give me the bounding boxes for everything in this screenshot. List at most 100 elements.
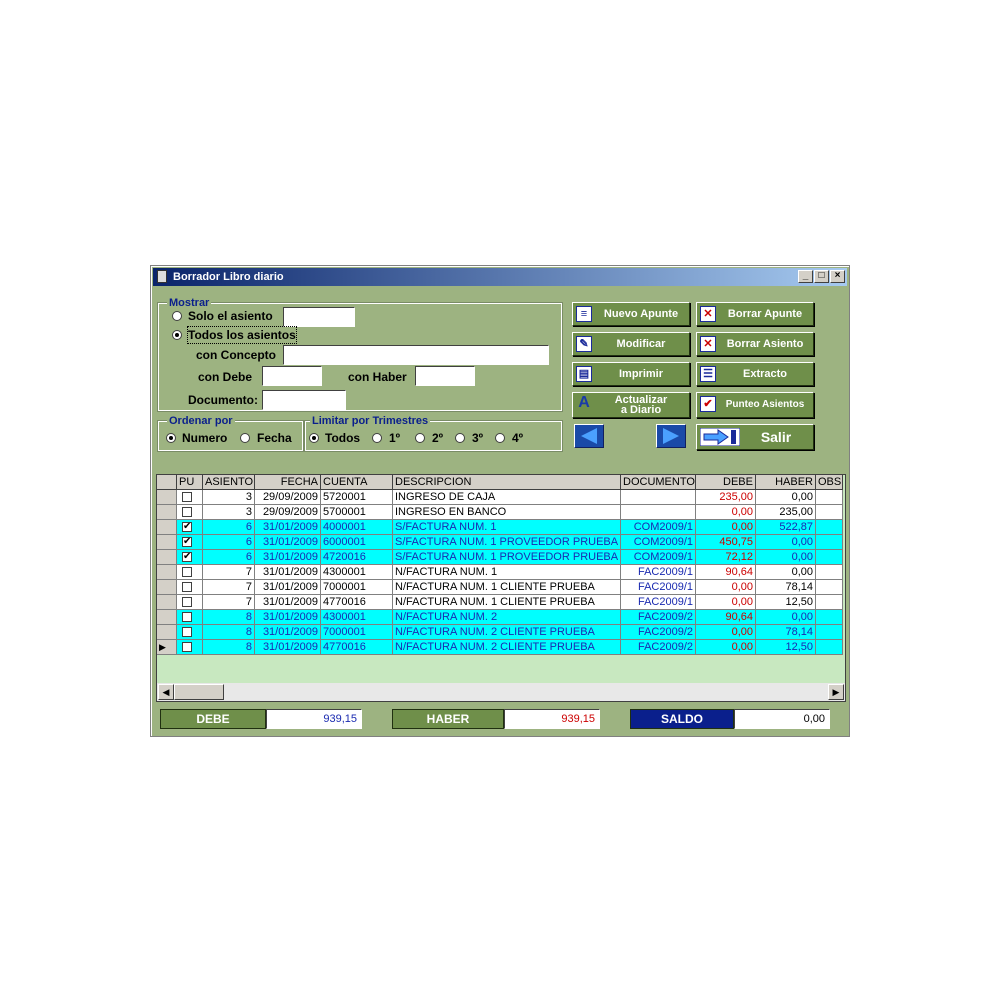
column-header-asiento[interactable]: ASIENTO (203, 475, 255, 490)
table-row[interactable]: ✔ 6 31/01/2009 6000001 S/FACTURA NUM. 1 PROV… (157, 535, 845, 550)
trimestre-todos-radio[interactable] (309, 433, 319, 443)
cell-pu[interactable] (177, 565, 203, 580)
cell-pu[interactable]: ✔ (177, 520, 203, 535)
pu-checkbox[interactable] (182, 582, 192, 592)
close-button[interactable]: × (830, 270, 845, 283)
documento-input[interactable] (262, 390, 346, 410)
borrar-apunte-label: Borrar Apunte (727, 308, 803, 320)
trimestre-1-radio[interactable] (372, 433, 382, 443)
column-header-cuenta[interactable]: CUENTA (321, 475, 393, 490)
con-haber-input[interactable] (415, 366, 475, 386)
checkmark-icon: ✔ (700, 396, 716, 412)
cell-pu[interactable] (177, 610, 203, 625)
punteo-asientos-button[interactable]: ✔ Punteo Asientos (696, 392, 814, 418)
row-indicator[interactable] (157, 535, 177, 550)
pu-checkbox[interactable] (182, 597, 192, 607)
cell-pu[interactable] (177, 490, 203, 505)
table-row[interactable]: 8 31/01/2009 4300001 N/FACTURA NUM. 2 FAC200… (157, 610, 845, 625)
cell-pu[interactable] (177, 640, 203, 655)
pu-checkbox[interactable] (182, 507, 192, 517)
con-debe-input[interactable] (262, 366, 322, 386)
cell-pu[interactable]: ✔ (177, 550, 203, 565)
saldo-total-value: 0,00 (734, 709, 830, 729)
column-header-documento[interactable]: DOCUMENTO (621, 475, 696, 490)
todos-asientos-radio[interactable] (172, 330, 182, 340)
row-indicator[interactable]: ▶ (157, 640, 177, 655)
trimestre-2-radio[interactable] (415, 433, 425, 443)
next-button[interactable] (656, 424, 686, 448)
actualizar-diario-button[interactable]: A Actualizar a Diario (572, 392, 690, 418)
extracto-button[interactable]: ☰ Extracto (696, 362, 814, 386)
table-row[interactable]: ▶ 8 31/01/2009 4770016 N/FACTURA NUM. 2 CLIE… (157, 640, 845, 655)
scroll-right-icon[interactable]: ▶ (828, 684, 844, 700)
scroll-left-icon[interactable]: ◀ (158, 684, 174, 700)
trimestre-3-radio[interactable] (455, 433, 465, 443)
previous-button[interactable] (574, 424, 604, 448)
row-indicator[interactable] (157, 580, 177, 595)
solo-asiento-radio[interactable] (172, 311, 182, 321)
pu-checkbox[interactable] (182, 642, 192, 652)
row-indicator[interactable] (157, 610, 177, 625)
cell-asiento: 3 (203, 505, 255, 520)
cell-pu[interactable] (177, 595, 203, 610)
table-row[interactable]: 7 31/01/2009 4770016 N/FACTURA NUM. 1 CLIEN… (157, 595, 845, 610)
cell-descripcion: INGRESO DE CAJA (393, 490, 621, 505)
row-indicator[interactable] (157, 490, 177, 505)
scroll-thumb[interactable] (174, 684, 224, 700)
imprimir-button[interactable]: ▤ Imprimir (572, 362, 690, 386)
pu-checkbox[interactable]: ✔ (182, 537, 192, 547)
cell-obs (816, 535, 843, 550)
pu-checkbox[interactable] (182, 627, 192, 637)
column-header-haber[interactable]: HABER (756, 475, 816, 490)
row-indicator[interactable] (157, 625, 177, 640)
column-header-debe[interactable]: DEBE (696, 475, 756, 490)
table-row[interactable]: 3 29/09/2009 5720001 INGRESO DE CAJA 235,00 0… (157, 490, 845, 505)
table-row[interactable]: 3 29/09/2009 5700001 INGRESO EN BANCO 0,00 23… (157, 505, 845, 520)
table-row[interactable]: ✔ 6 31/01/2009 4720016 S/FACTURA NUM. 1 PROV… (157, 550, 845, 565)
row-indicator[interactable] (157, 505, 177, 520)
pu-checkbox[interactable]: ✔ (182, 552, 192, 562)
minimize-button[interactable]: _ (798, 270, 813, 283)
cell-pu[interactable] (177, 580, 203, 595)
salir-button[interactable]: Salir (696, 424, 814, 450)
borrar-apunte-button[interactable]: ✕ Borrar Apunte (696, 302, 814, 326)
cell-descripcion: S/FACTURA NUM. 1 PROVEEDOR PRUEBA (393, 535, 621, 550)
row-indicator[interactable] (157, 550, 177, 565)
horizontal-scrollbar[interactable]: ◀ ▶ (157, 683, 845, 701)
column-header-fecha[interactable]: FECHA (255, 475, 321, 490)
cell-pu[interactable] (177, 625, 203, 640)
pu-checkbox[interactable]: ✔ (182, 522, 192, 532)
column-header-obs[interactable]: OBS (816, 475, 843, 490)
cell-haber: 78,14 (756, 625, 816, 640)
pu-checkbox[interactable] (182, 567, 192, 577)
row-indicator[interactable] (157, 595, 177, 610)
solo-asiento-input[interactable] (283, 307, 355, 327)
borrar-asiento-label: Borrar Asiento (726, 338, 804, 350)
table-row[interactable]: ✔ 6 31/01/2009 4000001 S/FACTURA NUM. 1 COM20… (157, 520, 845, 535)
journal-grid[interactable]: PU ASIENTO FECHA CUENTA DESCRIPCION DOCUMENTO… (156, 474, 846, 702)
row-indicator[interactable] (157, 520, 177, 535)
ordenar-numero-radio[interactable] (166, 433, 176, 443)
cell-pu[interactable] (177, 505, 203, 520)
table-row[interactable]: 7 31/01/2009 4300001 N/FACTURA NUM. 1 FAC200… (157, 565, 845, 580)
title-bar[interactable]: Borrador Libro diario _ □ × (153, 268, 847, 286)
column-header-pu[interactable]: PU (177, 475, 203, 490)
pu-checkbox[interactable] (182, 612, 192, 622)
salir-label: Salir (760, 429, 792, 445)
cell-asiento: 8 (203, 610, 255, 625)
table-row[interactable]: 8 31/01/2009 7000001 N/FACTURA NUM. 2 CLIEN… (157, 625, 845, 640)
modificar-button[interactable]: ✎ Modificar (572, 332, 690, 356)
maximize-button[interactable]: □ (814, 270, 829, 283)
table-row[interactable]: 7 31/01/2009 7000001 N/FACTURA NUM. 1 CLIEN… (157, 580, 845, 595)
cell-cuenta: 7000001 (321, 625, 393, 640)
nuevo-apunte-button[interactable]: ≡ Nuevo Apunte (572, 302, 690, 326)
row-indicator[interactable] (157, 565, 177, 580)
cell-descripcion: INGRESO EN BANCO (393, 505, 621, 520)
cell-pu[interactable]: ✔ (177, 535, 203, 550)
borrar-asiento-button[interactable]: ✕ Borrar Asiento (696, 332, 814, 356)
trimestre-4-radio[interactable] (495, 433, 505, 443)
con-concepto-input[interactable] (283, 345, 549, 365)
pu-checkbox[interactable] (182, 492, 192, 502)
ordenar-fecha-radio[interactable] (240, 433, 250, 443)
column-header-descripcion[interactable]: DESCRIPCION (393, 475, 621, 490)
